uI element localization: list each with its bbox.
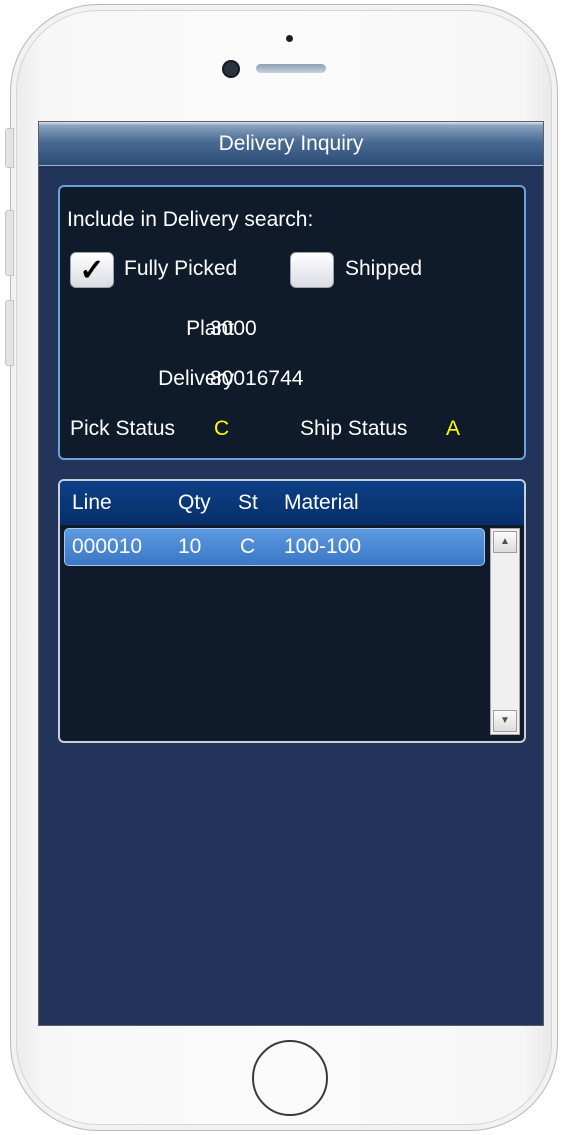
delivery-value: 80016744 (210, 367, 304, 390)
vertical-scrollbar[interactable]: ▲ ▼ (490, 528, 520, 735)
search-criteria-panel: Include in Delivery search: ✓ Fully Pick… (58, 185, 526, 460)
column-header-line[interactable]: Line (72, 481, 112, 525)
grid-header: Line Qty St Material (60, 481, 524, 525)
pick-status-label: Pick Status (70, 417, 176, 440)
ship-status-value: A (446, 417, 461, 440)
cell-st: C (240, 535, 256, 558)
mute-switch (5, 128, 14, 168)
shipped-checkbox[interactable] (290, 252, 334, 288)
column-header-st[interactable]: St (238, 481, 258, 525)
front-camera (224, 62, 238, 76)
checkmark-icon: ✓ (79, 254, 105, 287)
fully-picked-label[interactable]: Fully Picked (124, 257, 237, 281)
fully-picked-checkbox[interactable]: ✓ (70, 252, 114, 288)
title-bar: Delivery Inquiry (39, 122, 543, 166)
column-header-qty[interactable]: Qty (178, 481, 211, 525)
home-button[interactable] (252, 1040, 328, 1116)
scroll-up-arrow-icon[interactable]: ▲ (493, 531, 517, 553)
ship-status-label: Ship Status (300, 417, 408, 440)
shipped-label[interactable]: Shipped (345, 257, 422, 281)
pick-status-value: C (214, 417, 230, 440)
app-screen: Delivery Inquiry Include in Delivery sea… (38, 121, 544, 1026)
cell-qty: 10 (178, 535, 202, 558)
earpiece-speaker (256, 64, 326, 73)
volume-down-button (5, 300, 14, 366)
cell-line: 000010 (72, 535, 143, 558)
table-row[interactable]: 000010 10 C 100-100 (64, 528, 485, 566)
volume-up-button (5, 210, 14, 276)
proximity-sensor (286, 35, 293, 42)
scroll-down-arrow-icon[interactable]: ▼ (493, 710, 517, 732)
plant-value: 3000 (210, 317, 257, 340)
cell-material: 100-100 (284, 535, 362, 558)
criteria-heading: Include in Delivery search: (67, 208, 314, 231)
delivery-lines-grid: Line Qty St Material 000010 10 C 100-100… (58, 479, 526, 743)
column-header-material[interactable]: Material (284, 481, 359, 525)
